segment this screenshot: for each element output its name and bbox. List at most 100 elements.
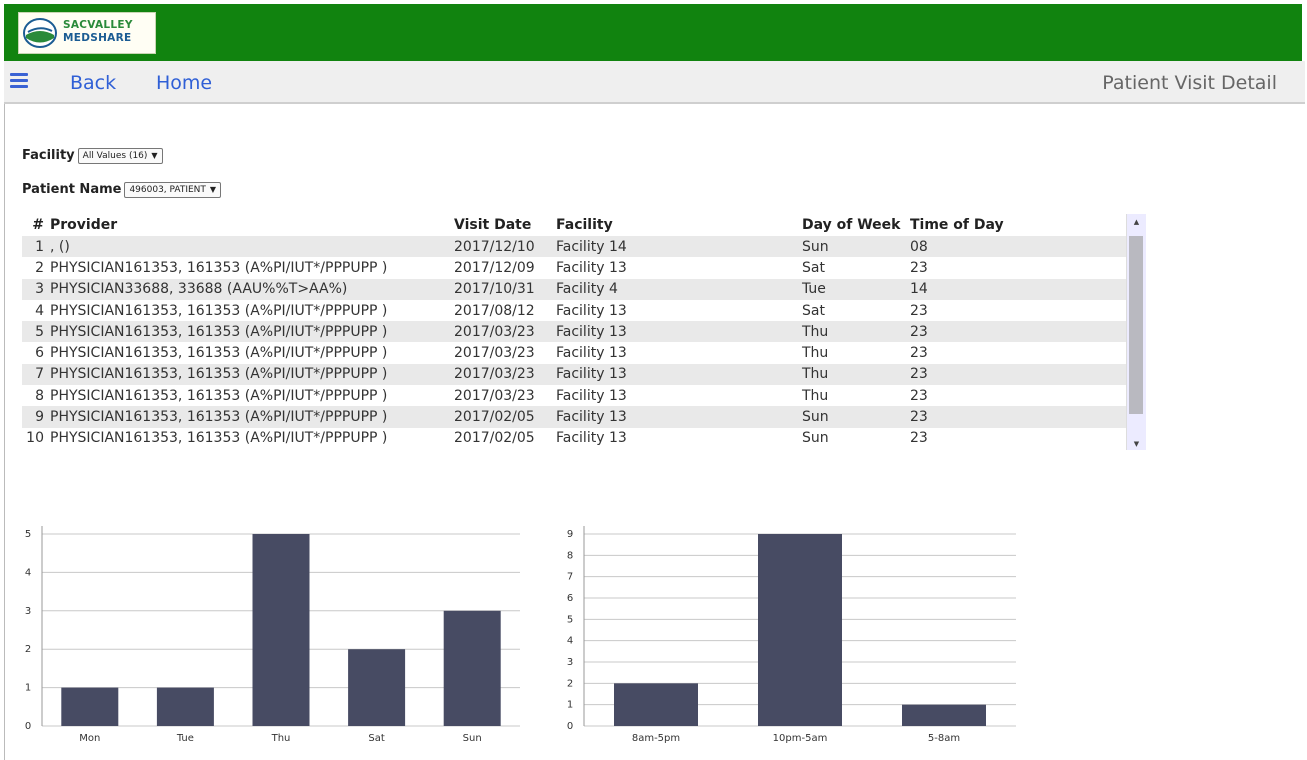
x-tick-label: 8am-5pm bbox=[632, 733, 680, 744]
y-tick-label: 7 bbox=[567, 572, 573, 583]
table-row[interactable]: 1, () 2017/12/10 Facility 14 Sun 08 bbox=[22, 236, 1126, 258]
visits-by-time-of-day-chart: 0 1 2 3 4 5 6 7 8 9 8am-5pm 10pm-5am 5-8am bbox=[567, 526, 1016, 744]
row-number-cell: 2 bbox=[35, 259, 44, 276]
visit-date-cell: 2017/03/23 bbox=[454, 387, 535, 404]
time-of-day-cell: 23 bbox=[908, 406, 1126, 428]
row-number-cell: 4 bbox=[35, 302, 44, 319]
table-row[interactable]: 7 PHYSICIAN161353, 161353 (A%PI/IUT*/PPPU… bbox=[22, 363, 1126, 386]
time-of-day-cell: 08 bbox=[908, 236, 1126, 258]
column-header-visit-date[interactable]: Visit Date bbox=[452, 214, 554, 236]
row-number-cell: 10 bbox=[26, 430, 44, 447]
time-of-day-cell: 23 bbox=[910, 387, 928, 404]
patient-name-select[interactable]: 496003, PATIENT ▼ bbox=[124, 182, 222, 198]
table-row[interactable]: 8 PHYSICIAN161353, 161353 (A%PI/IUT*/PPPU… bbox=[22, 385, 1126, 406]
column-header-facility[interactable]: Facility bbox=[554, 214, 800, 236]
dropdown-arrow-icon: ▼ bbox=[209, 185, 217, 194]
facility-filter-label: Facility bbox=[22, 148, 75, 163]
bar-sat[interactable] bbox=[348, 649, 406, 726]
time-of-day-cell: 23 bbox=[908, 363, 1126, 386]
facility-cell: Facility 13 bbox=[556, 387, 627, 404]
x-tick-label: Mon bbox=[79, 733, 100, 744]
provider-cell: PHYSICIAN161353, 161353 (A%PI/IUT*/PPPUP… bbox=[50, 430, 388, 447]
time-of-day-cell: 23 bbox=[910, 345, 928, 362]
day-of-week-cell: Sat bbox=[802, 259, 825, 276]
day-of-week-cell: Thu bbox=[800, 363, 908, 386]
provider-cell: PHYSICIAN33688, 33688 (AAU%%T>AA%) bbox=[48, 278, 452, 300]
facility-select-value: All Values (16) bbox=[82, 151, 148, 161]
facility-cell: Facility 13 bbox=[556, 302, 627, 319]
visit-date-cell: 2017/08/12 bbox=[454, 302, 535, 319]
bar-mon[interactable] bbox=[61, 687, 119, 726]
logo-wordmark: SACVALLEY MEDSHARE bbox=[63, 19, 133, 44]
bar-5-8am[interactable] bbox=[902, 704, 986, 726]
y-tick-label: 4 bbox=[25, 567, 31, 578]
y-tick-label: 1 bbox=[567, 700, 573, 711]
day-of-week-cell: Tue bbox=[800, 278, 908, 300]
home-link[interactable]: Home bbox=[156, 72, 212, 94]
column-header-day-of-week[interactable]: Day of Week bbox=[800, 214, 908, 236]
provider-cell: PHYSICIAN161353, 161353 (A%PI/IUT*/PPPUP… bbox=[48, 321, 452, 343]
column-header-number[interactable]: # bbox=[22, 214, 48, 236]
y-tick-label: 0 bbox=[567, 721, 573, 732]
bar-tue[interactable] bbox=[156, 687, 214, 726]
y-tick-label: 2 bbox=[25, 644, 31, 655]
bar-thu[interactable] bbox=[252, 534, 310, 726]
patient-visits-table: # Provider Visit Date Facility Day of We… bbox=[22, 214, 1126, 449]
table-row[interactable]: 10 PHYSICIAN161353, 161353 (A%PI/IUT*/PPP… bbox=[22, 428, 1126, 449]
facility-cell: Facility 13 bbox=[554, 363, 800, 386]
day-of-week-cell: Thu bbox=[800, 321, 908, 343]
scroll-down-arrow-icon[interactable]: ▼ bbox=[1127, 440, 1146, 448]
table-row[interactable]: 9 PHYSICIAN161353, 161353 (A%PI/IUT*/PPPU… bbox=[22, 406, 1126, 428]
day-of-week-cell: Sat bbox=[802, 302, 825, 319]
bar-8am-5pm[interactable] bbox=[614, 683, 698, 726]
facility-filter: Facility All Values (16) ▼ bbox=[22, 148, 163, 164]
x-tick-label: Thu bbox=[271, 733, 291, 744]
table-row[interactable]: 4 PHYSICIAN161353, 161353 (A%PI/IUT*/PPPU… bbox=[22, 300, 1126, 321]
row-number-cell: 3 bbox=[22, 278, 48, 300]
table-row[interactable]: 6 PHYSICIAN161353, 161353 (A%PI/IUT*/PPPU… bbox=[22, 342, 1126, 363]
visit-date-cell: 2017/12/10 bbox=[452, 236, 554, 258]
x-tick-label: Sat bbox=[368, 733, 384, 744]
table-row[interactable]: 2 PHYSICIAN161353, 161353 (A%PI/IUT*/PPPU… bbox=[22, 257, 1126, 278]
sacvalley-medshare-logo[interactable]: SACVALLEY MEDSHARE bbox=[18, 12, 156, 54]
row-number-cell: 6 bbox=[35, 345, 44, 362]
bar-sun[interactable] bbox=[443, 610, 501, 726]
column-header-time-of-day[interactable]: Time of Day bbox=[908, 214, 1126, 236]
back-link[interactable]: Back bbox=[70, 72, 116, 94]
scrollbar-thumb[interactable] bbox=[1129, 236, 1143, 414]
y-tick-label: 1 bbox=[25, 683, 31, 694]
facility-select[interactable]: All Values (16) ▼ bbox=[77, 148, 163, 164]
y-tick-label: 5 bbox=[25, 529, 31, 540]
visit-date-cell: 2017/10/31 bbox=[452, 278, 554, 300]
table-scrollbar[interactable]: ▲ ▼ bbox=[1126, 214, 1146, 450]
y-tick-label: 3 bbox=[25, 606, 31, 617]
y-tick-label: 5 bbox=[567, 614, 573, 625]
provider-cell: PHYSICIAN161353, 161353 (A%PI/IUT*/PPPUP… bbox=[50, 259, 388, 276]
table-row[interactable]: 5 PHYSICIAN161353, 161353 (A%PI/IUT*/PPPU… bbox=[22, 321, 1126, 343]
y-tick-label: 8 bbox=[567, 550, 573, 561]
visit-date-cell: 2017/03/23 bbox=[454, 345, 535, 362]
facility-cell: Facility 13 bbox=[556, 430, 627, 447]
row-number-cell: 9 bbox=[22, 406, 48, 428]
app-header: SACVALLEY MEDSHARE bbox=[4, 4, 1302, 61]
table-row[interactable]: 3 PHYSICIAN33688, 33688 (AAU%%T>AA%) 2017/… bbox=[22, 278, 1126, 300]
dropdown-arrow-icon: ▼ bbox=[151, 151, 158, 160]
visit-date-cell: 2017/03/23 bbox=[452, 321, 554, 343]
time-of-day-cell: 23 bbox=[910, 259, 928, 276]
hamburger-menu-icon[interactable] bbox=[10, 73, 28, 88]
patient-name-filter: Patient Name 496003, PATIENT ▼ bbox=[22, 182, 222, 198]
provider-cell: , () bbox=[48, 236, 452, 258]
time-of-day-cell: 14 bbox=[908, 278, 1126, 300]
facility-cell: Facility 4 bbox=[554, 278, 800, 300]
column-header-provider[interactable]: Provider bbox=[48, 214, 452, 236]
scroll-up-arrow-icon[interactable]: ▲ bbox=[1127, 218, 1146, 226]
bar-10pm-5am[interactable] bbox=[758, 534, 842, 726]
time-of-day-cell: 23 bbox=[910, 302, 928, 319]
patient-name-select-value: 496003, PATIENT bbox=[129, 185, 206, 195]
facility-cell: Facility 13 bbox=[554, 406, 800, 428]
day-of-week-cell: Thu bbox=[802, 345, 829, 362]
visits-by-day-of-week-chart: 0 1 2 3 4 5 Mon Tue Thu Sat Sun bbox=[25, 526, 520, 744]
y-tick-label: 0 bbox=[25, 721, 31, 732]
visit-date-cell: 2017/03/23 bbox=[452, 363, 554, 386]
patient-name-filter-label: Patient Name bbox=[22, 182, 122, 197]
